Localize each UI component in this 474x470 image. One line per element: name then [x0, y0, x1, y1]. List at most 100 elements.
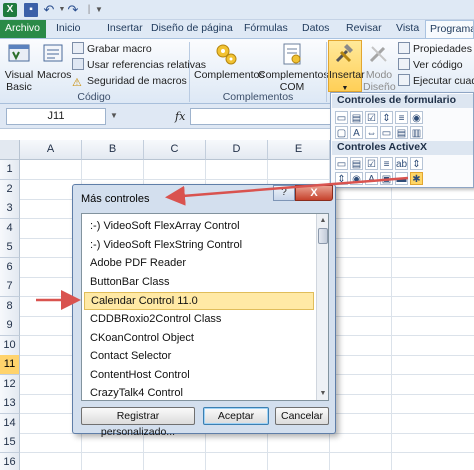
- list-item[interactable]: :-) VideoSoft FlexArray Control: [84, 218, 314, 236]
- scroll-thumb[interactable]: [318, 228, 328, 244]
- row-header[interactable]: 15: [0, 433, 20, 453]
- row-header[interactable]: 1: [0, 160, 20, 180]
- tab-programador[interactable]: Programador: [425, 20, 474, 38]
- button-control-icon[interactable]: ▭: [335, 111, 348, 124]
- activex-list-icon[interactable]: ≡: [380, 157, 393, 170]
- row-header[interactable]: 9: [0, 316, 20, 336]
- combo-box-icon[interactable]: ▤: [350, 111, 363, 124]
- column-header[interactable]: D: [206, 140, 268, 160]
- complementos-button[interactable]: Complementos: [194, 41, 265, 81]
- activex-spin-icon[interactable]: ⇕: [335, 172, 348, 185]
- name-box[interactable]: J11: [6, 108, 106, 125]
- row-header[interactable]: 10: [0, 335, 20, 356]
- text-field-icon[interactable]: ▭: [380, 126, 393, 139]
- list-item[interactable]: Contact Selector: [84, 348, 314, 366]
- name-box-dropdown-icon[interactable]: ▼: [110, 111, 118, 120]
- row-header[interactable]: 2: [0, 179, 20, 200]
- combo-dropdown-icon[interactable]: ▥: [410, 126, 423, 139]
- scroll-bar-icon[interactable]: ⇔: [365, 126, 378, 139]
- help-button[interactable]: ?: [273, 185, 295, 201]
- row-header[interactable]: 16: [0, 452, 20, 470]
- list-item[interactable]: Adobe PDF Reader: [84, 255, 314, 273]
- controls-list[interactable]: :-) VideoSoft FlexArray Control:-) Video…: [81, 213, 329, 401]
- tab-diseno-de-pagina[interactable]: Diseño de página: [143, 20, 241, 38]
- tab-formulas[interactable]: Fórmulas: [236, 20, 296, 38]
- tab-archivo[interactable]: Archivo: [0, 20, 46, 38]
- row-header[interactable]: 12: [0, 374, 20, 395]
- row-header[interactable]: 7: [0, 277, 20, 297]
- com-addin-icon: [283, 43, 301, 65]
- close-button[interactable]: X: [295, 185, 333, 201]
- ok-button[interactable]: Aceptar: [203, 407, 269, 425]
- list-scrollbar[interactable]: ▲ ▼: [316, 214, 328, 400]
- scroll-up-icon[interactable]: ▲: [317, 214, 328, 227]
- customize-quick-access-icon[interactable]: ▼: [92, 3, 106, 17]
- option-button-icon[interactable]: ◉: [410, 111, 423, 124]
- row-header[interactable]: 6: [0, 257, 20, 278]
- activex-combo-icon[interactable]: ▤: [350, 157, 363, 170]
- register-custom-button[interactable]: Registrar personalizado...: [81, 407, 195, 438]
- activex-toggle-icon[interactable]: ▬: [395, 172, 408, 185]
- list-item[interactable]: Calendar Control 11.0: [84, 292, 314, 311]
- excel-logo-icon[interactable]: X: [3, 3, 17, 17]
- ver-codigo-button[interactable]: Ver código: [398, 58, 463, 73]
- column-header[interactable]: B: [82, 140, 144, 160]
- cancel-button[interactable]: Cancelar: [275, 407, 329, 425]
- usar-referencias-button[interactable]: Usar referencias relativas: [72, 58, 206, 73]
- column-header[interactable]: A: [20, 140, 82, 160]
- tab-revisar[interactable]: Revisar: [338, 20, 390, 38]
- redo-icon[interactable]: ↷: [66, 3, 80, 17]
- tab-datos[interactable]: Datos: [294, 20, 337, 38]
- complementos-com-button[interactable]: Complementos COM: [258, 41, 329, 93]
- activex-label-icon[interactable]: A: [365, 172, 378, 185]
- tab-inicio[interactable]: Inicio: [48, 20, 89, 38]
- row-header[interactable]: 3: [0, 199, 20, 219]
- activex-image-icon[interactable]: ▣: [380, 172, 393, 185]
- list-item[interactable]: ButtonBar Class: [84, 274, 314, 292]
- row-header[interactable]: 8: [0, 296, 20, 317]
- propiedades-button[interactable]: Propiedades: [398, 42, 472, 57]
- run-dialog-icon: [398, 74, 410, 86]
- row-header[interactable]: 11: [0, 355, 20, 375]
- view-code-icon: [398, 58, 410, 70]
- visual-basic-button[interactable]: Visual Basic: [2, 41, 36, 93]
- row-header[interactable]: 4: [0, 218, 20, 239]
- list-box-icon[interactable]: ≡: [395, 111, 408, 124]
- tab-vista[interactable]: Vista: [388, 20, 427, 38]
- mas-controles-dialog: Más controles ? X :-) VideoSoft FlexArra…: [72, 184, 336, 438]
- row-header[interactable]: 14: [0, 413, 20, 434]
- list-item[interactable]: CKoanControl Object: [84, 330, 314, 348]
- activex-textbox-icon[interactable]: ab: [395, 157, 408, 170]
- list-item[interactable]: CrazyTalk4 Control: [84, 385, 314, 400]
- list-item[interactable]: CDDBRoxio2Control Class: [84, 311, 314, 329]
- row-header[interactable]: 13: [0, 394, 20, 414]
- seguridad-macros-button[interactable]: ⚠ Seguridad de macros: [72, 74, 187, 89]
- combo-list-icon[interactable]: ▤: [395, 126, 408, 139]
- design-mode-icon: [369, 46, 387, 63]
- grabar-macro-button[interactable]: Grabar macro: [72, 42, 152, 57]
- insert-function-icon[interactable]: fx: [175, 110, 185, 123]
- insertar-control-button[interactable]: Insertar ▼: [328, 40, 365, 92]
- macros-label: Macros: [37, 69, 72, 81]
- scroll-down-icon[interactable]: ▼: [317, 387, 328, 400]
- more-controls-icon[interactable]: ✱: [410, 172, 423, 185]
- list-item[interactable]: :-) VideoSoft FlexString Control: [84, 237, 314, 255]
- ejecutar-cuadro-button[interactable]: Ejecutar cuadro: [398, 74, 474, 89]
- spin-button-icon[interactable]: ⇕: [380, 111, 393, 124]
- modo-diseno-button[interactable]: Modo Diseño: [363, 41, 396, 93]
- column-header[interactable]: E: [268, 140, 330, 160]
- activex-scrollbar-icon[interactable]: ⇕: [410, 157, 423, 170]
- label-control-icon[interactable]: A: [350, 126, 363, 139]
- column-header[interactable]: C: [144, 140, 206, 160]
- activex-option-icon[interactable]: ◉: [350, 172, 363, 185]
- macros-button[interactable]: Macros: [37, 41, 72, 81]
- undo-icon[interactable]: ↶: [42, 3, 56, 17]
- group-box-icon[interactable]: ▢: [335, 126, 348, 139]
- list-item[interactable]: ContentHost Control: [84, 367, 314, 385]
- checkbox-icon[interactable]: ☑: [365, 111, 378, 124]
- select-all-corner[interactable]: [0, 140, 20, 160]
- activex-button-icon[interactable]: ▭: [335, 157, 348, 170]
- save-icon[interactable]: ▪: [24, 3, 38, 17]
- row-header[interactable]: 5: [0, 238, 20, 258]
- activex-checkbox-icon[interactable]: ☑: [365, 157, 378, 170]
